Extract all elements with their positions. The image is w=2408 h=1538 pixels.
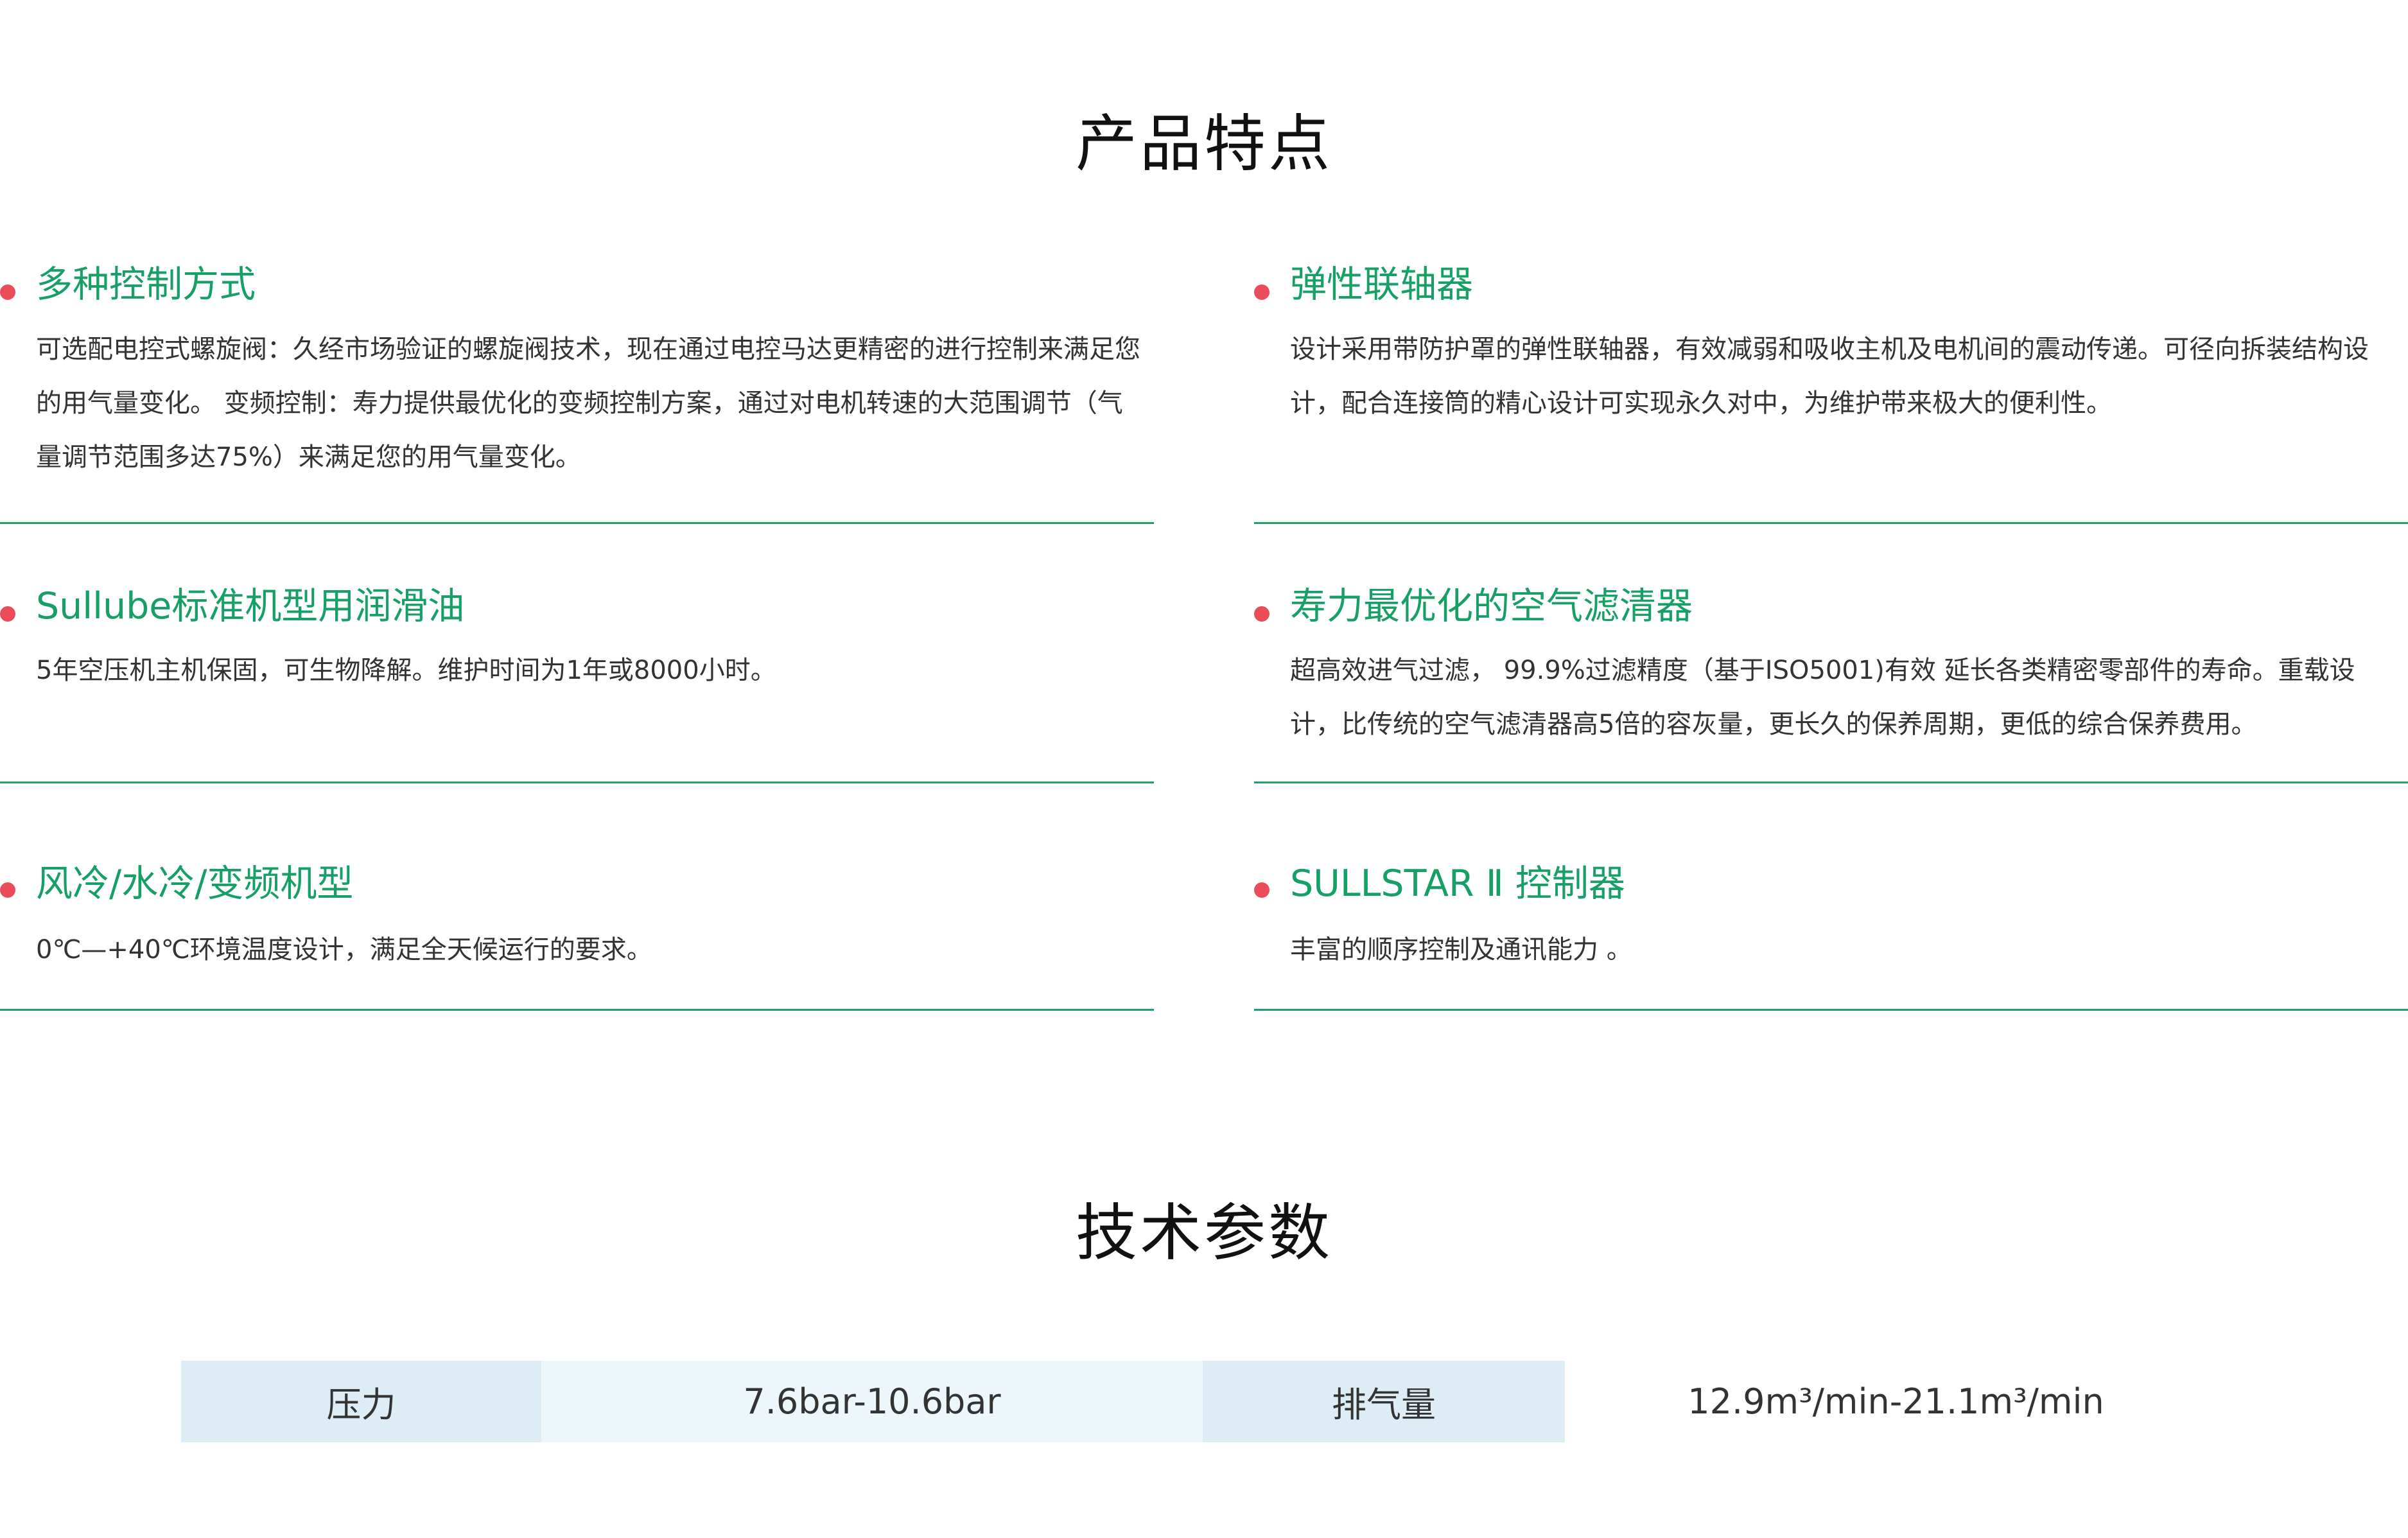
feature-title: SULLSTAR Ⅱ 控制器 [1290,862,1625,905]
feature-description: 丰富的顺序控制及通讯能力 。 [1290,935,1632,965]
feature-item: 多种控制方式 可选配电控式螺旋阀：久经市场验证的螺旋阀技术，现在通过电控马达更精… [0,263,1154,524]
feature-item: 弹性联轴器 设计采用带防护罩的弹性联轴器，有效减弱和吸收主机及电机间的震动传递。… [1254,263,2408,524]
spec-label-pressure: 压力 [181,1361,541,1442]
feature-description: 可选配电控式螺旋阀：久经市场验证的螺旋阀技术，现在通过电控马达更精密的进行控制来… [36,335,1140,472]
bullet-dot-icon [1254,882,1269,898]
specs-section-title: 技术参数 [1076,1197,1332,1269]
specs-table-row: 压力 7.6bar-10.6bar 排气量 12.9m³/min-21.1m³/… [181,1361,2227,1442]
feature-item: SULLSTAR Ⅱ 控制器 丰富的顺序控制及通讯能力 。 [1254,864,2408,1011]
bullet-dot-icon [0,882,15,898]
feature-title: 风冷/水冷/变频机型 [36,862,354,905]
feature-description: 设计采用带防护罩的弹性联轴器，有效减弱和吸收主机及电机间的震动传递。可径向拆装结… [1290,335,2369,418]
spec-value-air-delivery: 12.9m³/min-21.1m³/min [1565,1361,2227,1442]
spec-value-pressure: 7.6bar-10.6bar [541,1361,1203,1442]
features-section-title: 产品特点 [1076,108,1332,180]
bullet-dot-icon [0,606,15,622]
feature-description: 5年空压机主机保固，可生物降解。维护时间为1年或8000小时。 [36,656,776,685]
feature-item: 风冷/水冷/变频机型 0℃—+40℃环境温度设计，满足全天候运行的要求。 [0,864,1154,1011]
feature-item: Sullube标准机型用润滑油 5年空压机主机保固，可生物降解。维护时间为1年或… [0,584,1154,783]
bullet-dot-icon [0,284,15,300]
feature-title: Sullube标准机型用润滑油 [36,585,465,627]
feature-item: 寿力最优化的空气滤清器 超高效进气过滤， 99.9%过滤精度（基于ISO5001… [1254,584,2408,783]
feature-title: 弹性联轴器 [1290,263,1473,306]
feature-title: 寿力最优化的空气滤清器 [1290,585,1693,627]
spec-label-air-delivery: 排气量 [1203,1361,1565,1442]
bullet-dot-icon [1254,606,1269,622]
feature-title: 多种控制方式 [36,263,256,306]
feature-description: 超高效进气过滤， 99.9%过滤精度（基于ISO5001)有效 延长各类精密零部… [1290,656,2355,739]
bullet-dot-icon [1254,284,1269,300]
feature-description: 0℃—+40℃环境温度设计，满足全天候运行的要求。 [36,935,652,965]
